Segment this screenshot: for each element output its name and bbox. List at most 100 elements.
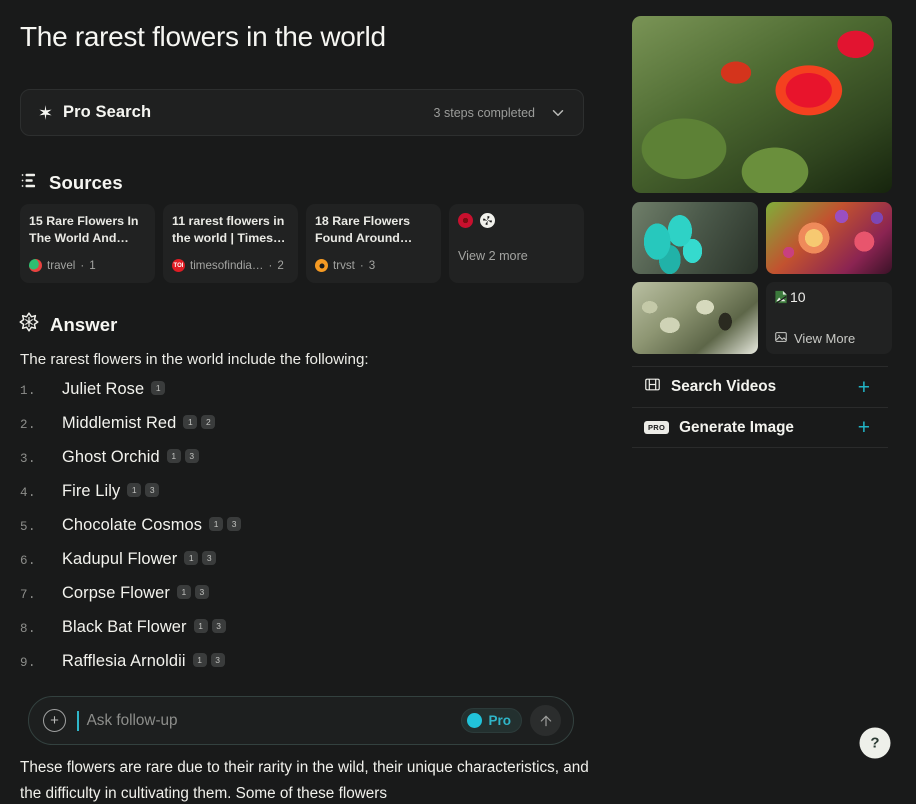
media-sidebar: 10 View More Search Videos + PRO Generat… <box>632 16 892 448</box>
view-more-images-card[interactable]: 10 View More <box>766 282 892 354</box>
list-item-number: 1. <box>20 384 37 398</box>
answer-flower-list: 1. Juliet Rose 1 2. Middlemist Red 1 2 3… <box>20 380 580 686</box>
source-domain: travel <box>47 259 76 272</box>
citation-badge[interactable]: 1 <box>176 585 191 599</box>
source-index: 2 <box>277 259 284 272</box>
list-item-number: 7. <box>20 588 37 602</box>
citation-badge[interactable]: 1 <box>166 449 181 463</box>
chevron-down-icon[interactable] <box>549 104 567 122</box>
add-icon[interactable]: + <box>858 417 870 438</box>
citation-group: 1 3 <box>184 551 217 568</box>
citation-badge[interactable]: 2 <box>201 415 216 429</box>
pro-search-status: 3 steps completed <box>433 105 535 120</box>
list-item-number: 9. <box>20 656 37 670</box>
pro-search-accordion[interactable]: Pro Search 3 steps completed <box>20 89 584 136</box>
source-separator: · <box>80 259 85 272</box>
list-item-number: 3. <box>20 452 37 466</box>
search-videos-action[interactable]: Search Videos + <box>632 366 888 407</box>
help-button[interactable]: ? <box>859 727 891 759</box>
sources-list-icon <box>20 171 39 195</box>
citation-badge[interactable]: 3 <box>211 619 226 633</box>
list-item: 9. Rafflesia Arnoldii 1 3 <box>20 652 580 686</box>
citation-badge[interactable]: 1 <box>183 415 198 429</box>
citation-badge[interactable]: 1 <box>127 483 142 497</box>
white-flower-favicon <box>480 213 495 228</box>
citation-badge[interactable]: 3 <box>194 585 209 599</box>
thumbnail-image[interactable] <box>766 202 892 274</box>
list-item-label: Black Bat Flower <box>62 618 187 636</box>
list-item: 2. Middlemist Red 1 2 <box>20 414 580 448</box>
video-film-icon <box>644 376 661 398</box>
broken-image-alt-text: 10 <box>790 289 806 305</box>
source-domain: timesofindia… <box>190 259 264 272</box>
citation-group: 1 3 <box>209 517 242 534</box>
citation-badge[interactable]: 1 <box>193 619 208 633</box>
toi-favicon: TOI <box>172 259 185 272</box>
generate-image-action[interactable]: PRO Generate Image + <box>632 407 888 448</box>
citation-badge[interactable]: 3 <box>184 449 199 463</box>
citation-group: 1 3 <box>176 585 209 602</box>
citation-badge[interactable]: 3 <box>202 551 217 565</box>
source-title: 11 rarest flowers in the world | Times o… <box>172 214 285 245</box>
source-card[interactable]: 11 rarest flowers in the world | Times o… <box>163 204 298 283</box>
trvst-favicon <box>315 259 328 272</box>
source-card[interactable]: 15 Rare Flowers In The World And Wh… tra… <box>20 204 155 283</box>
broken-image-placeholder: 10 <box>774 289 884 305</box>
pro-toggle-label: Pro <box>488 713 511 728</box>
citation-badge[interactable]: 3 <box>145 483 160 497</box>
citation-badge[interactable]: 1 <box>209 517 224 531</box>
submit-button[interactable] <box>530 705 561 736</box>
list-item-number: 5. <box>20 520 37 534</box>
citation-group: 1 3 <box>193 619 226 636</box>
list-item: 1. Juliet Rose 1 <box>20 380 580 414</box>
list-item: 7. Corpse Flower 1 3 <box>20 584 580 618</box>
search-input[interactable]: Ask follow-up <box>87 712 462 730</box>
thumbnail-row-secondary: 10 View More <box>632 282 892 354</box>
list-item: 6. Kadupul Flower 1 3 <box>20 550 580 584</box>
source-index: 3 <box>368 259 376 272</box>
source-domain: trvst <box>333 259 355 272</box>
source-index: 1 <box>89 259 96 272</box>
add-icon[interactable]: + <box>858 377 870 398</box>
list-item-label: Corpse Flower <box>62 584 170 602</box>
citation-badge[interactable]: 1 <box>151 381 166 395</box>
list-item-label: Juliet Rose <box>62 380 145 398</box>
travel-favicon <box>29 259 42 272</box>
source-meta: TOI timesofindia… · 2 <box>172 259 289 283</box>
source-meta: travel · 1 <box>29 259 146 283</box>
search-videos-label: Search Videos <box>671 378 777 395</box>
citation-badge[interactable]: 1 <box>192 653 207 667</box>
view-more-images-row[interactable]: View More <box>774 330 884 347</box>
citation-badge[interactable]: 1 <box>184 551 199 565</box>
text-cursor <box>77 710 79 731</box>
plus-circle-icon[interactable]: + <box>43 709 66 732</box>
view-more-images-label: View More <box>794 331 856 346</box>
perplexity-answer-icon <box>18 311 40 338</box>
thumbnail-image[interactable] <box>632 202 758 274</box>
sources-row: 15 Rare Flowers In The World And Wh… tra… <box>20 204 584 283</box>
pro-mode-toggle[interactable]: Pro <box>461 708 522 733</box>
source-title: 18 Rare Flowers Found Around the… <box>315 214 411 245</box>
broken-image-icon <box>774 289 789 305</box>
source-separator: · <box>359 259 364 272</box>
citation-badge[interactable]: 3 <box>210 653 225 667</box>
answer-heading: Answer <box>18 311 117 338</box>
list-item-label: Middlemist Red <box>62 414 177 432</box>
list-item-number: 4. <box>20 486 37 500</box>
follow-up-composer[interactable]: + Ask follow-up Pro <box>28 696 574 745</box>
answer-title: Answer <box>50 313 118 335</box>
thumbnail-image[interactable] <box>632 282 758 354</box>
source-card[interactable]: 18 Rare Flowers Found Around the… trvst … <box>306 204 441 283</box>
hero-image[interactable] <box>632 16 892 193</box>
source-title: 15 Rare Flowers In The World And Wh… <box>29 214 139 245</box>
list-item-number: 2. <box>20 418 37 432</box>
view-more-sources-card[interactable]: View 2 more <box>449 204 584 283</box>
list-item: 8. Black Bat Flower 1 3 <box>20 618 580 652</box>
source-meta: trvst · 3 <box>315 259 432 283</box>
list-item-label: Kadupul Flower <box>62 550 178 568</box>
list-item: 5. Chocolate Cosmos 1 3 <box>20 516 580 550</box>
main-content-column: The rarest flowers in the world Pro Sear… <box>0 0 620 804</box>
citation-badge[interactable]: 3 <box>227 517 242 531</box>
sparkle-icon <box>37 104 54 121</box>
sources-heading: Sources <box>20 171 123 195</box>
